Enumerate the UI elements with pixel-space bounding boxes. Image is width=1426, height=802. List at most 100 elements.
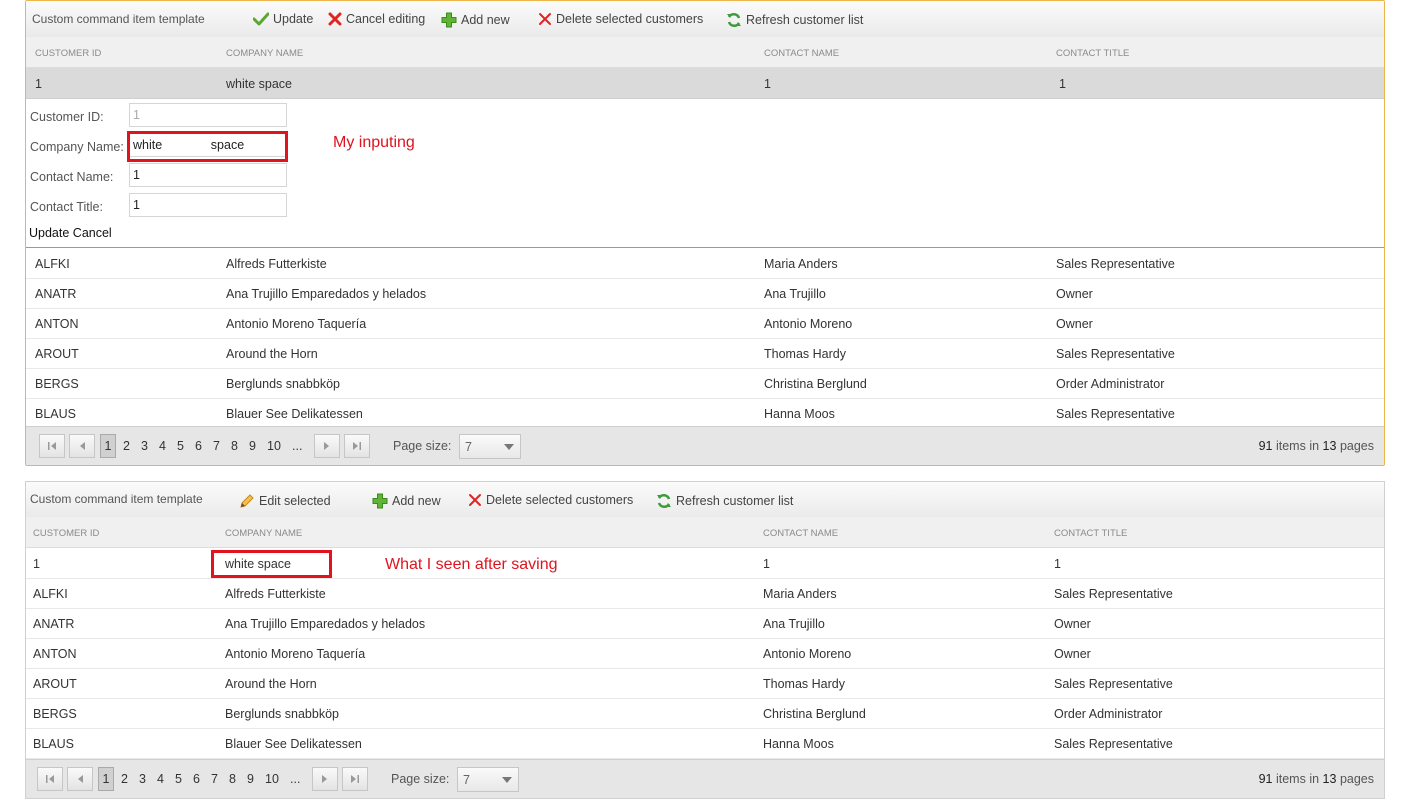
column-header-contact-name[interactable]: CONTACT NAME xyxy=(763,528,838,539)
table-row[interactable]: AROUT Around the Horn Thomas Hardy Sales Re… xyxy=(26,668,1384,699)
prev-page-button[interactable] xyxy=(69,434,95,458)
table-row[interactable]: BLAUS Blauer See Delikatessen Hanna Moos Sa… xyxy=(26,728,1384,759)
table-row[interactable]: AROUT Around the Horn Thomas Hardy Sales Re… xyxy=(26,338,1384,369)
contact-title-field[interactable]: 1 xyxy=(129,193,287,217)
contact-name-label: Contact Name: xyxy=(30,170,114,184)
form-cancel-link[interactable]: Cancel xyxy=(73,226,112,240)
command-toolbar: Custom command item template Edit select… xyxy=(26,482,1384,519)
page-10[interactable]: 10 xyxy=(267,439,281,453)
page-2[interactable]: 2 xyxy=(121,772,128,786)
cancel-editing-button[interactable]: Cancel editing xyxy=(328,12,425,26)
column-header-contact-title[interactable]: CONTACT TITLE xyxy=(1054,528,1127,539)
page-size-label: Page size: xyxy=(391,772,450,786)
add-new-button[interactable]: Add new xyxy=(372,493,441,509)
column-header-customer-id[interactable]: CUSTOMER ID xyxy=(35,48,101,59)
page-7[interactable]: 7 xyxy=(211,772,218,786)
page-8[interactable]: 8 xyxy=(231,439,238,453)
table-row[interactable]: BERGS Berglunds snabbköp Christina Berglun… xyxy=(26,698,1384,729)
cell-contact-name: Ana Trujillo xyxy=(763,617,825,631)
first-page-button[interactable] xyxy=(37,767,63,791)
cell-customer-id: ANTON xyxy=(33,647,77,661)
table-row[interactable]: ALFKI Alfreds Futterkiste Maria Anders Sale… xyxy=(26,578,1384,609)
cell-contact-name: Christina Berglund xyxy=(764,377,867,391)
page-7[interactable]: 7 xyxy=(213,439,220,453)
total-items: 91 xyxy=(1258,772,1273,786)
cell-contact-title: Order Administrator xyxy=(1054,707,1163,721)
cell-contact-name: Hanna Moos xyxy=(763,737,834,751)
customers-grid-saved: Custom command item template Edit select… xyxy=(25,481,1385,799)
table-row[interactable]: ANTON Antonio Moreno Taquería Antonio More… xyxy=(26,308,1384,339)
page-size-dropdown[interactable]: 7 xyxy=(457,767,519,792)
refresh-button[interactable]: Refresh customer list xyxy=(726,12,863,28)
refresh-label: Refresh customer list xyxy=(676,494,794,508)
table-row[interactable]: ANATR Ana Trujillo Emparedados y helados A… xyxy=(26,278,1384,309)
cell-company-name: Antonio Moreno Taquería xyxy=(225,647,366,661)
page-6[interactable]: 6 xyxy=(195,439,202,453)
cancel-editing-label: Cancel editing xyxy=(346,12,426,26)
page-1[interactable]: 1 xyxy=(98,767,114,791)
refresh-button[interactable]: Refresh customer list xyxy=(656,493,793,509)
form-update-link[interactable]: Update xyxy=(29,226,69,240)
page-6[interactable]: 6 xyxy=(193,772,200,786)
cell-company-name: Alfreds Futterkiste xyxy=(226,257,327,271)
table-row[interactable]: ANTON Antonio Moreno Taquería Antonio More… xyxy=(26,638,1384,669)
toolbar-title: Custom command item template xyxy=(30,492,203,506)
page-size-dropdown[interactable]: 7 xyxy=(459,434,521,459)
page-4[interactable]: 4 xyxy=(159,439,166,453)
toolbar-title: Custom command item template xyxy=(32,12,205,26)
cell-company-name: Berglunds snabbköp xyxy=(225,707,339,721)
last-page-button[interactable] xyxy=(344,434,370,458)
delete-selected-button[interactable]: Delete selected customers xyxy=(468,493,633,507)
page-9[interactable]: 9 xyxy=(247,772,254,786)
page-2[interactable]: 2 xyxy=(123,439,130,453)
refresh-icon xyxy=(657,493,671,509)
cell-contact-name: Ana Trujillo xyxy=(764,287,826,301)
page-8[interactable]: 8 xyxy=(229,772,236,786)
column-header-company-name[interactable]: COMPANY NAME xyxy=(225,528,302,539)
cell-customer-id: AROUT xyxy=(35,347,79,361)
table-row[interactable]: ALFKI Alfreds Futterkiste Maria Anders Sale… xyxy=(26,248,1384,279)
add-new-button[interactable]: Add new xyxy=(441,12,510,28)
page-5[interactable]: 5 xyxy=(177,439,184,453)
cell-customer-id: BLAUS xyxy=(35,407,76,421)
green-plus-icon xyxy=(372,493,388,509)
page-10[interactable]: 10 xyxy=(265,772,279,786)
table-row[interactable]: BERGS Berglunds snabbköp Christina Berglun… xyxy=(26,368,1384,399)
column-header-contact-title[interactable]: CONTACT TITLE xyxy=(1056,48,1129,59)
prev-page-button[interactable] xyxy=(67,767,93,791)
table-row-editing[interactable]: 1 white space 1 1 xyxy=(26,68,1384,99)
next-page-button[interactable] xyxy=(312,767,338,791)
cell-company-name: Alfreds Futterkiste xyxy=(225,587,326,601)
table-row[interactable]: BLAUS Blauer See Delikatessen Hanna Moos Sa… xyxy=(26,398,1384,429)
contact-name-field[interactable]: 1 xyxy=(129,163,287,187)
table-row[interactable]: ANATR Ana Trujillo Emparedados y helados A… xyxy=(26,608,1384,639)
cell-contact-title: Owner xyxy=(1054,647,1091,661)
update-button[interactable]: Update xyxy=(253,12,313,26)
page-more[interactable]: ... xyxy=(290,772,300,786)
page-3[interactable]: 3 xyxy=(139,772,146,786)
page-1[interactable]: 1 xyxy=(100,434,116,458)
cell-contact-title: Order Administrator xyxy=(1056,377,1165,391)
column-header-customer-id[interactable]: CUSTOMER ID xyxy=(33,528,99,539)
column-header-company-name[interactable]: COMPANY NAME xyxy=(226,48,303,59)
edit-selected-button[interactable]: Edit selected xyxy=(239,493,331,509)
cell-company-name: Antonio Moreno Taquería xyxy=(226,317,367,331)
pages-text: pages xyxy=(1339,439,1374,453)
last-page-button[interactable] xyxy=(342,767,368,791)
contact-title-label: Contact Title: xyxy=(30,200,103,214)
update-label: Update xyxy=(273,12,314,26)
highlight-box-input xyxy=(127,131,288,162)
page-3[interactable]: 3 xyxy=(141,439,148,453)
first-page-button[interactable] xyxy=(39,434,65,458)
cell-company-name: Around the Horn xyxy=(226,347,318,361)
page-9[interactable]: 9 xyxy=(249,439,256,453)
next-page-button[interactable] xyxy=(314,434,340,458)
next-page-icon xyxy=(324,442,329,450)
column-header-contact-name[interactable]: CONTACT NAME xyxy=(764,48,839,59)
page-4[interactable]: 4 xyxy=(157,772,164,786)
annotation-my-inputting: My inputing xyxy=(333,134,415,151)
page-5[interactable]: 5 xyxy=(175,772,182,786)
page-more[interactable]: ... xyxy=(292,439,302,453)
cell-contact-name: Antonio Moreno xyxy=(764,317,853,331)
delete-selected-button[interactable]: Delete selected customers xyxy=(538,12,703,26)
